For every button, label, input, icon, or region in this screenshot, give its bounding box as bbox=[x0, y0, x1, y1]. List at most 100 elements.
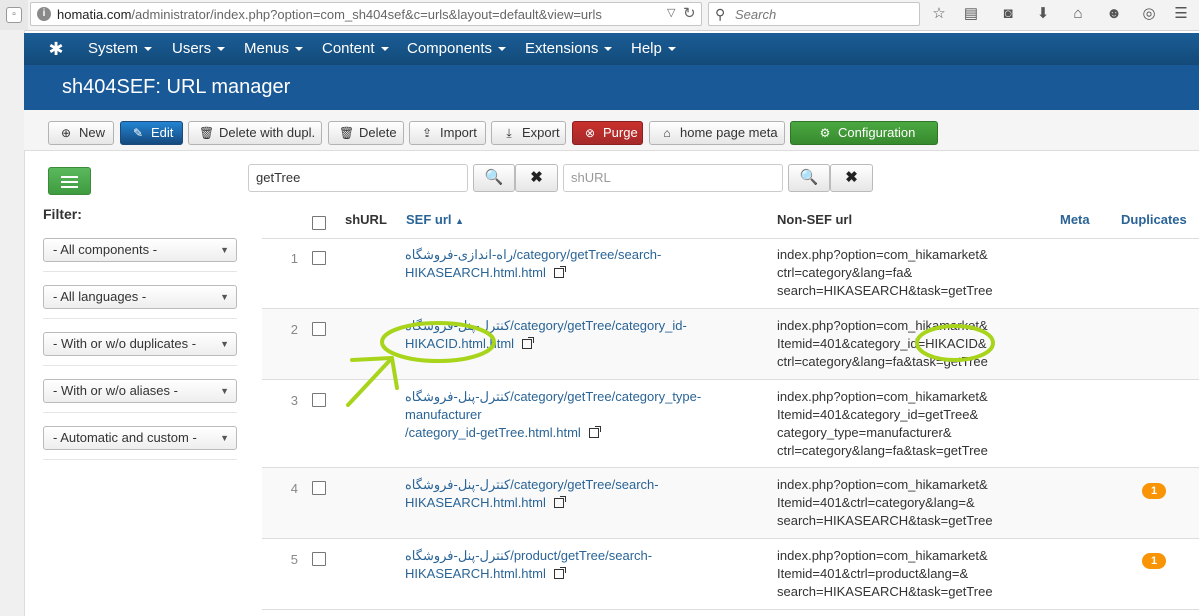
pocket-icon[interactable]: ◙ bbox=[999, 5, 1017, 23]
row-number: 1 bbox=[290, 251, 298, 266]
menu-help-label: Help bbox=[631, 40, 662, 57]
row-checkbox[interactable] bbox=[312, 251, 326, 265]
column-meta[interactable]: Meta bbox=[1060, 212, 1090, 227]
delete-dupl-label: Delete with dupl. bbox=[219, 125, 316, 140]
import-label: Import bbox=[440, 125, 477, 140]
sef-url-link[interactable]: کنترل-پنل-فروشگاه/category/getTree/categ… bbox=[405, 317, 765, 353]
non-sef-url: index.php?option=com_hikamarket& ctrl=cat… bbox=[777, 246, 1027, 300]
sef-clear-button[interactable]: ✖ bbox=[515, 164, 558, 192]
shurl-clear-button[interactable]: ✖ bbox=[830, 164, 873, 192]
home-icon: ⌂ bbox=[663, 126, 671, 140]
external-link-icon[interactable] bbox=[522, 337, 535, 349]
row-checkbox[interactable] bbox=[312, 481, 326, 495]
star-icon[interactable]: ☆ bbox=[930, 5, 948, 23]
menu-users[interactable]: Users bbox=[172, 33, 226, 65]
import-button[interactable]: ⇪ Import bbox=[409, 121, 486, 145]
reading-list-icon[interactable]: ▤ bbox=[962, 5, 980, 23]
row-checkbox[interactable] bbox=[312, 393, 326, 407]
page-title: sh404SEF: URL manager bbox=[62, 76, 291, 98]
address-bar[interactable]: i homatia.com/administrator/index.php?op… bbox=[30, 2, 702, 26]
chat-icon[interactable]: ☻ bbox=[1105, 5, 1123, 23]
caret-icon bbox=[295, 47, 304, 52]
divider bbox=[43, 318, 237, 319]
divider bbox=[43, 271, 237, 272]
row-number: 2 bbox=[290, 322, 298, 337]
sef-line: کنترل-پنل-فروشگاه/category/getTree/categ… bbox=[405, 389, 702, 422]
menu-system[interactable]: System bbox=[88, 33, 153, 65]
sef-search-button[interactable]: 🔍 bbox=[473, 164, 515, 192]
sef-url-link[interactable]: کنترل-پنل-فروشگاه/category/getTree/categ… bbox=[405, 388, 775, 442]
filter-automatic-custom-select[interactable]: - Automatic and custom - ▼ bbox=[43, 426, 237, 450]
sef-url-link[interactable]: راه-اندازی-فروشگاه/category/getTree/sear… bbox=[405, 246, 765, 282]
home-page-meta-button[interactable]: ⌂ home page meta bbox=[649, 121, 785, 145]
select-value: - All components - bbox=[53, 242, 158, 257]
delete-button[interactable]: 🗑 Delete bbox=[328, 121, 404, 145]
menu-content[interactable]: Content bbox=[322, 33, 389, 65]
external-link-icon[interactable] bbox=[553, 567, 566, 579]
tab-edge[interactable]: ▫ bbox=[0, 0, 28, 30]
external-link-icon[interactable] bbox=[553, 496, 566, 508]
external-link-icon[interactable] bbox=[553, 266, 566, 278]
purge-button[interactable]: ⊗ Purge bbox=[572, 121, 643, 145]
download-icon: ⤓ bbox=[506, 126, 512, 140]
download-icon[interactable]: ⬇ bbox=[1034, 5, 1052, 23]
home-icon[interactable]: ⌂ bbox=[1069, 5, 1087, 23]
menu-extensions[interactable]: Extensions bbox=[525, 33, 613, 65]
trash-icon: 🗑 bbox=[199, 126, 215, 140]
sef-line: /category_id-getTree.html.html bbox=[405, 425, 581, 440]
sef-url-link[interactable]: کنترل-پنل-فروشگاه/product/getTree/search… bbox=[405, 547, 765, 583]
column-non-sef-url: Non-SEF url bbox=[777, 212, 853, 227]
column-sef-url[interactable]: SEF url ▲ bbox=[406, 212, 464, 227]
nonsef-line: index.php?option=com_hikamarket& bbox=[777, 548, 988, 563]
divider bbox=[43, 365, 237, 366]
configuration-button[interactable]: ⚙ Configuration bbox=[790, 121, 938, 145]
new-button[interactable]: ⊕ New bbox=[48, 121, 114, 145]
filter-aliases-select[interactable]: - With or w/o aliases - ▼ bbox=[43, 379, 237, 403]
hamburger-icon bbox=[61, 181, 78, 183]
info-icon[interactable]: i bbox=[37, 7, 51, 21]
nonsef-line: search=HIKASEARCH&task=getTree bbox=[777, 283, 993, 298]
export-button[interactable]: ⤓ Export bbox=[491, 121, 566, 145]
joomla-logo-icon[interactable]: ✱ bbox=[46, 39, 66, 59]
sef-url-link[interactable]: کنترل-پنل-فروشگاه/category/getTree/searc… bbox=[405, 476, 765, 512]
non-sef-url: index.php?option=com_hikamarket& Itemid=4… bbox=[777, 547, 1027, 601]
select-all-checkbox[interactable] bbox=[312, 216, 326, 230]
sidebar-toggle-button[interactable] bbox=[48, 167, 91, 195]
search-placeholder: Search bbox=[735, 7, 777, 22]
row-checkbox[interactable] bbox=[312, 322, 326, 336]
shurl-search-input[interactable]: shURL bbox=[563, 164, 783, 192]
nonsef-line: Itemid=401&category_id=getTree& bbox=[777, 407, 979, 422]
external-link-icon[interactable] bbox=[588, 426, 601, 438]
home-meta-label: home page meta bbox=[680, 125, 778, 140]
caret-icon bbox=[380, 47, 389, 52]
url-text: homatia.com/administrator/index.php?opti… bbox=[57, 7, 602, 22]
filter-duplicates-select[interactable]: - With or w/o duplicates - ▼ bbox=[43, 332, 237, 356]
duplicates-count-badge[interactable]: 1 bbox=[1142, 483, 1166, 499]
reload-icon[interactable]: ↻ bbox=[683, 4, 696, 22]
url-path: /administrator/index.php?option=com_sh40… bbox=[131, 7, 602, 22]
export-label: Export bbox=[522, 125, 560, 140]
edit-label: Edit bbox=[151, 125, 174, 140]
duplicates-count-badge[interactable]: 1 bbox=[1142, 553, 1166, 569]
column-duplicates[interactable]: Duplicates bbox=[1121, 212, 1187, 227]
caret-icon bbox=[498, 47, 507, 52]
menu-menus[interactable]: Menus bbox=[244, 33, 304, 65]
menu-components[interactable]: Components bbox=[407, 33, 507, 65]
column-sef-label: SEF url bbox=[406, 212, 452, 227]
delete-label: Delete bbox=[359, 125, 397, 140]
row-number: 3 bbox=[290, 393, 298, 408]
filter-components-select[interactable]: - All components - ▼ bbox=[43, 238, 237, 262]
menu-help[interactable]: Help bbox=[631, 33, 676, 65]
addon-icon[interactable]: ◎ bbox=[1140, 5, 1158, 23]
caret-icon bbox=[217, 47, 226, 52]
browser-search-input[interactable]: ⚲ Search bbox=[708, 2, 920, 26]
sef-search-input[interactable]: getTree bbox=[248, 164, 468, 192]
edit-button[interactable]: ✎ Edit bbox=[120, 121, 183, 145]
row-checkbox[interactable] bbox=[312, 552, 326, 566]
delete-with-duplicates-button[interactable]: 🗑 Delete with dupl. bbox=[188, 121, 322, 145]
url-host: homatia.com bbox=[57, 7, 132, 22]
chevron-down-icon[interactable]: ▽ bbox=[667, 6, 675, 19]
menu-icon[interactable]: ☰ bbox=[1172, 5, 1190, 23]
filter-languages-select[interactable]: - All languages - ▼ bbox=[43, 285, 237, 309]
shurl-search-button[interactable]: 🔍 bbox=[788, 164, 830, 192]
